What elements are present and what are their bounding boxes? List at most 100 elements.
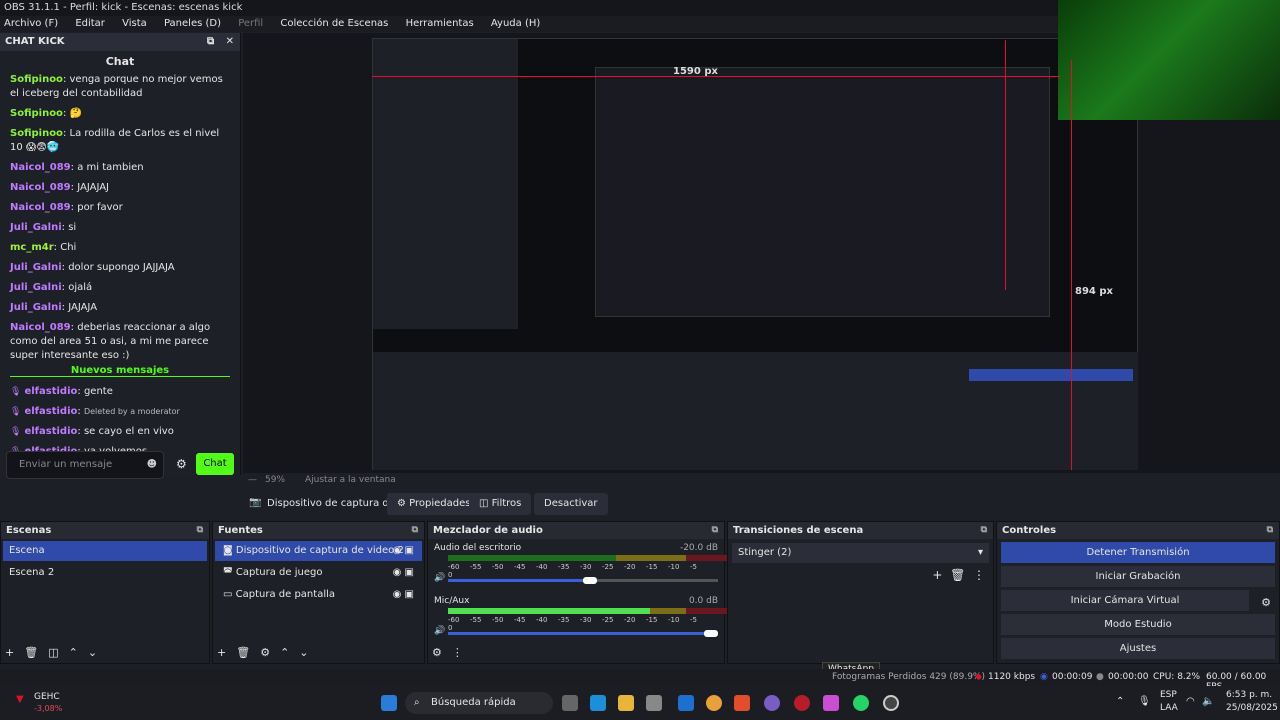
menu-ayuda[interactable]: Ayuda (H) bbox=[491, 18, 540, 29]
eye-icon lock-icon[interactable]: ◉ ▣ bbox=[393, 563, 414, 583]
settings-button[interactable]: Ajustes bbox=[1001, 638, 1275, 659]
up-icon[interactable]: ⌃ bbox=[69, 646, 78, 659]
transitions-title: Transiciones de escena bbox=[733, 525, 864, 536]
chat-username[interactable]: mc_m4r bbox=[10, 242, 54, 253]
chat-message-input[interactable]: Enviar un mensaje ☻ bbox=[6, 451, 164, 479]
chat-username[interactable]: elfastidio bbox=[24, 386, 77, 397]
chat-send-button[interactable]: Chat bbox=[196, 453, 234, 475]
add-icon[interactable]: + bbox=[5, 646, 14, 659]
emoji-icon[interactable]: ☻ bbox=[147, 452, 157, 478]
menu-paneles[interactable]: Paneles (D) bbox=[164, 18, 221, 29]
app-icon[interactable] bbox=[764, 695, 780, 711]
studio-mode-button[interactable]: Modo Estudio bbox=[1001, 614, 1275, 635]
down-icon[interactable]: ⌄ bbox=[299, 646, 308, 659]
fit-window-label[interactable]: Ajustar a la ventana bbox=[305, 475, 396, 485]
scale-tick: -30 bbox=[580, 616, 592, 624]
source-item[interactable]: ◙ Dispositivo de captura de video 2 ◉ ▣ bbox=[215, 541, 422, 561]
virtual-cam-gear-icon[interactable]: ⚙ bbox=[1261, 596, 1271, 609]
speaker-icon[interactable]: 🔊 bbox=[434, 626, 445, 636]
outlook-icon[interactable] bbox=[678, 695, 694, 711]
chat-username[interactable]: Juli_Galni bbox=[10, 222, 62, 233]
taskbar: ▼ GEHC -3,08% ⌕ Búsqueda rápida ⌃ 🎙 ESP L… bbox=[0, 686, 1280, 720]
float-icon[interactable]: ⧉ bbox=[981, 522, 987, 539]
edge-icon[interactable] bbox=[590, 695, 606, 711]
chat-username[interactable]: Juli_Galni bbox=[10, 282, 62, 293]
chrome-icon[interactable] bbox=[706, 695, 722, 711]
wifi-icon[interactable]: ◠ bbox=[1186, 696, 1195, 707]
chat-username[interactable]: Juli_Galni bbox=[10, 262, 62, 273]
speaker-icon[interactable]: 🔊 bbox=[434, 573, 445, 583]
menu-archivo[interactable]: Archivo (F) bbox=[4, 18, 58, 29]
chat-username[interactable]: Sofipinoo bbox=[10, 128, 63, 139]
filter-icon[interactable]: ◫ bbox=[48, 646, 58, 659]
zoom-level[interactable]: 59% bbox=[265, 475, 285, 485]
chat-username[interactable]: elfastidio bbox=[24, 406, 77, 417]
task-view-icon[interactable] bbox=[562, 695, 578, 711]
mic-icon[interactable]: 🎙 bbox=[1138, 696, 1151, 707]
chat-username[interactable]: elfastidio bbox=[24, 426, 77, 437]
stop-streaming-button[interactable]: Detener Transmisión bbox=[1001, 542, 1275, 563]
properties-button[interactable]: ⚙ Propiedades bbox=[387, 493, 481, 515]
chat-username[interactable]: Naicol_089 bbox=[10, 202, 71, 213]
add-icon[interactable]: + bbox=[932, 568, 942, 582]
windows-start-icon[interactable] bbox=[381, 695, 397, 711]
volume-slider-knob[interactable] bbox=[582, 577, 597, 584]
chat-username[interactable]: Naicol_089 bbox=[10, 162, 71, 173]
clock-time[interactable]: 6:53 p. m. bbox=[1226, 690, 1272, 700]
volume-icon[interactable]: 🔈 bbox=[1202, 696, 1214, 707]
scene-item[interactable]: Escena 2 bbox=[3, 563, 207, 583]
menu-herramientas[interactable]: Herramientas bbox=[406, 18, 474, 29]
copilot-icon[interactable] bbox=[823, 695, 839, 711]
transition-select[interactable]: Stinger (2) ▾ bbox=[732, 543, 989, 563]
source-item[interactable]: ▭ Captura de pantalla ◉ ▣ bbox=[215, 585, 422, 605]
float-icon[interactable]: ⧉ bbox=[1267, 522, 1273, 539]
start-virtual-camera-button[interactable]: Iniciar Cámara Virtual bbox=[1001, 590, 1249, 611]
mixer-settings-icon[interactable]: ⚙ bbox=[432, 646, 442, 659]
trash-icon[interactable]: 🗑 bbox=[24, 646, 38, 659]
whatsapp-icon[interactable] bbox=[853, 695, 869, 711]
menu-coleccion[interactable]: Colección de Escenas bbox=[280, 18, 388, 29]
up-icon[interactable]: ⌃ bbox=[280, 646, 289, 659]
float-icon[interactable]: ⧉ bbox=[207, 36, 214, 47]
obs-icon[interactable] bbox=[883, 695, 899, 711]
store-icon[interactable] bbox=[646, 695, 662, 711]
volume-slider-knob[interactable] bbox=[704, 630, 718, 637]
opera-icon[interactable] bbox=[794, 695, 810, 711]
close-icon[interactable]: ✕ bbox=[226, 36, 234, 47]
chat-username[interactable]: Sofipinoo bbox=[10, 74, 63, 85]
chat-username[interactable]: Naicol_089 bbox=[10, 182, 71, 193]
start-recording-button[interactable]: Iniciar Grabación bbox=[1001, 566, 1275, 587]
stock-name[interactable]: GEHC bbox=[34, 692, 60, 702]
chat-username[interactable]: Sofipinoo bbox=[10, 108, 63, 119]
add-icon[interactable]: + bbox=[217, 646, 226, 659]
menu-editar[interactable]: Editar bbox=[75, 18, 105, 29]
trash-icon[interactable]: 🗑 bbox=[950, 568, 965, 582]
scale-tick: -20 bbox=[624, 563, 636, 571]
chat-username[interactable]: Juli_Galni bbox=[10, 302, 62, 313]
chat-username[interactable]: Naicol_089 bbox=[10, 322, 71, 333]
brave-icon[interactable] bbox=[734, 695, 750, 711]
float-icon[interactable]: ⧉ bbox=[412, 522, 418, 539]
more-icon[interactable]: ⋮ bbox=[973, 568, 985, 582]
trash-icon[interactable]: 🗑 bbox=[236, 646, 250, 659]
eye-icon lock-icon[interactable]: ◉ ▣ bbox=[393, 541, 414, 561]
gear-icon[interactable]: ⚙ bbox=[260, 646, 270, 659]
more-icon[interactable]: ⋮ bbox=[452, 646, 463, 659]
taskbar-search[interactable]: ⌕ Búsqueda rápida bbox=[405, 692, 553, 714]
float-icon[interactable]: ⧉ bbox=[197, 522, 203, 539]
eye-icon lock-icon[interactable]: ◉ ▣ bbox=[393, 585, 414, 605]
minus-icon[interactable]: — bbox=[248, 475, 257, 485]
menu-vista[interactable]: Vista bbox=[122, 18, 147, 29]
scale-tick: -50 bbox=[492, 616, 504, 624]
filters-button[interactable]: ◫ Filtros bbox=[469, 493, 532, 515]
deactivate-button[interactable]: Desactivar bbox=[534, 493, 608, 515]
folder-icon[interactable] bbox=[618, 695, 634, 711]
float-icon[interactable]: ⧉ bbox=[712, 522, 718, 539]
source-item[interactable]: ◚ Captura de juego ◉ ▣ bbox=[215, 563, 422, 583]
tray-chevron-icon[interactable]: ⌃ bbox=[1116, 696, 1124, 707]
stream-time: 00:00:09 bbox=[1052, 672, 1093, 682]
scene-item[interactable]: Escena bbox=[3, 541, 207, 561]
language[interactable]: ESP bbox=[1160, 690, 1177, 700]
down-icon[interactable]: ⌄ bbox=[88, 646, 97, 659]
settings-gear-icon[interactable]: ⚙ bbox=[176, 457, 187, 471]
